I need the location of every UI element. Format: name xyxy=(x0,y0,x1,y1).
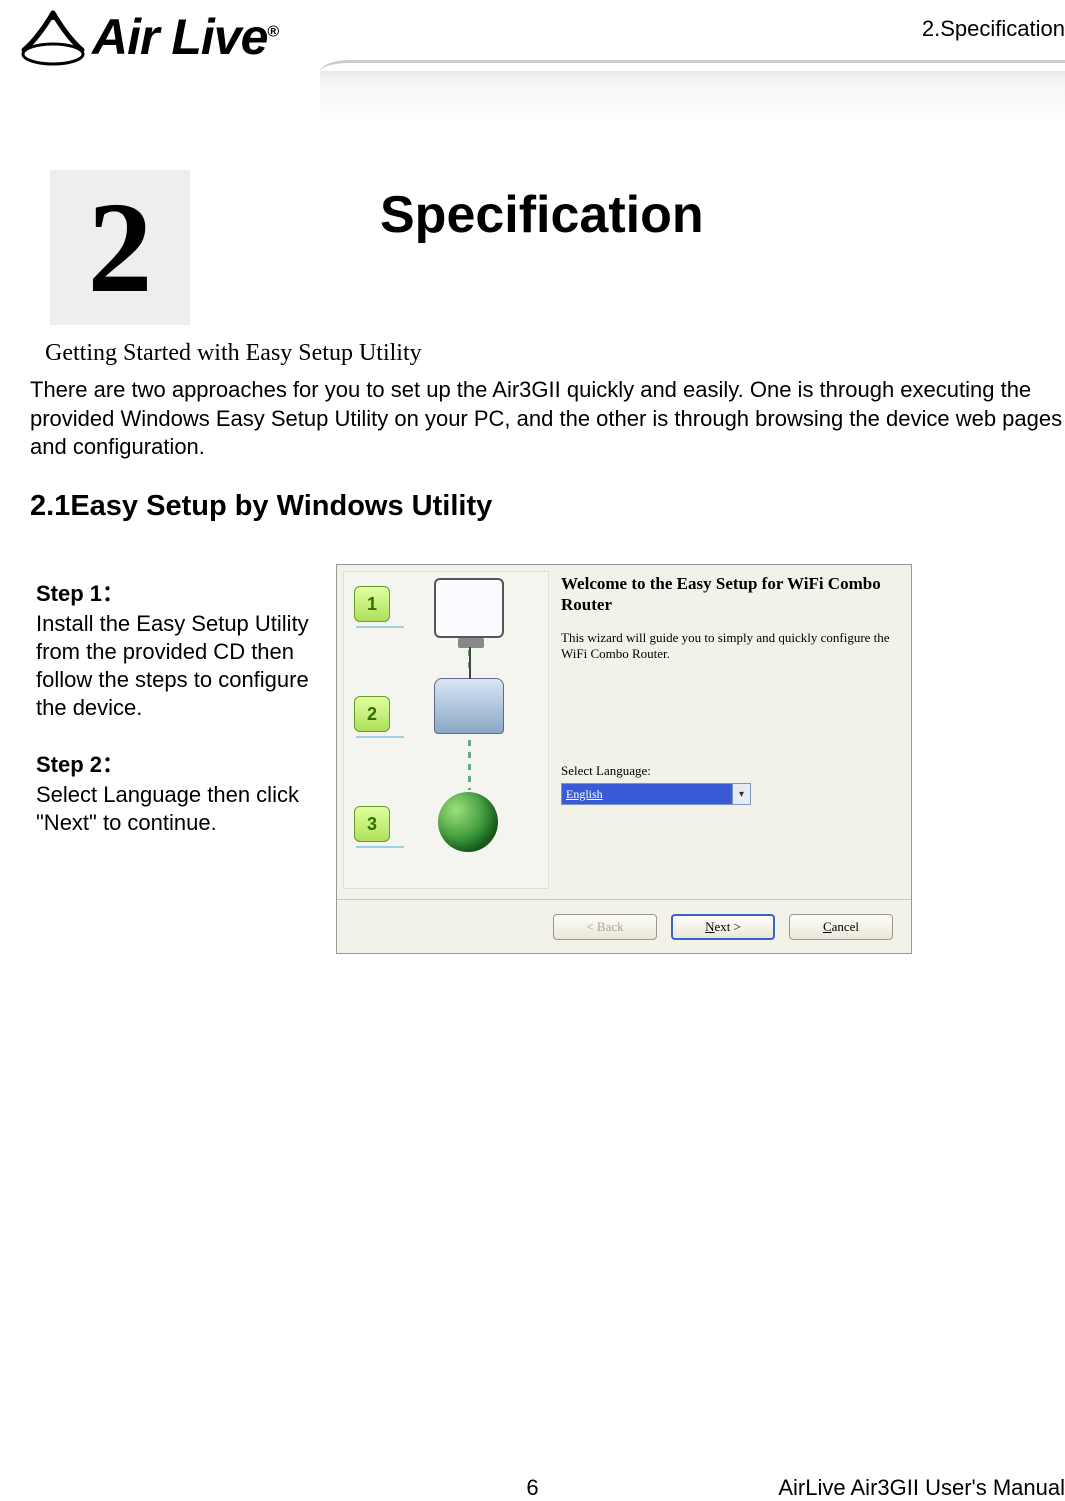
step-2-body: Select Language then click "Next" to con… xyxy=(36,781,326,837)
wizard-button-bar: < Back Next > Cancel xyxy=(337,899,911,953)
language-select[interactable]: English ▾ xyxy=(561,783,751,805)
cancel-button-rest: ancel xyxy=(832,919,859,935)
section-heading: 2.1Easy Setup by Windows Utility xyxy=(30,490,492,523)
next-button[interactable]: Next > xyxy=(671,914,775,940)
wizard-description: This wizard will guide you to simply and… xyxy=(555,616,905,663)
globe-icon xyxy=(438,792,498,852)
wizard-title: Welcome to the Easy Setup for WiFi Combo… xyxy=(555,571,905,616)
page-number: 6 xyxy=(526,1475,538,1501)
registered-mark: ® xyxy=(267,23,278,40)
cancel-button[interactable]: Cancel xyxy=(789,914,893,940)
connector-line xyxy=(468,740,471,790)
wizard-window: 1 2 3 Welcome to the Easy Setup for WiFi… xyxy=(336,564,912,954)
wizard-step-badge-2: 2 xyxy=(354,696,390,732)
chapter-number-block: 2 xyxy=(50,170,190,325)
wizard-sidebar: 1 2 3 xyxy=(343,571,549,889)
brand-text: Air Live xyxy=(92,9,267,65)
chapter-subtitle: Getting Started with Easy Setup Utility xyxy=(45,340,422,367)
language-selected-value: English xyxy=(566,787,603,802)
header-divider xyxy=(320,60,1065,120)
language-block: Select Language: English ▾ xyxy=(561,763,875,805)
back-button: < Back xyxy=(553,914,657,940)
monitor-icon xyxy=(434,578,504,638)
step-1-body: Install the Easy Setup Utility from the … xyxy=(36,610,326,723)
cancel-button-accel: C xyxy=(823,919,832,935)
brand-logo: Air Live® xyxy=(18,8,278,78)
step-2-label: Step 2： xyxy=(36,747,326,779)
wizard-main-panel: Welcome to the Easy Setup for WiFi Combo… xyxy=(555,571,905,889)
wizard-step-badge-1: 1 xyxy=(354,586,390,622)
intro-paragraph: There are two approaches for you to set … xyxy=(30,376,1065,462)
language-label: Select Language: xyxy=(561,763,875,779)
running-head: 2.Specification xyxy=(922,16,1065,42)
chapter-number: 2 xyxy=(88,173,153,323)
steps-column: Step 1： Install the Easy Setup Utility f… xyxy=(36,576,326,861)
wizard-step-badge-3: 3 xyxy=(354,806,390,842)
logo-swoosh-icon xyxy=(18,8,88,78)
router-icon xyxy=(434,678,504,734)
brand-wordmark: Air Live® xyxy=(92,8,278,66)
chapter-title: Specification xyxy=(380,185,704,245)
wizard-step-underline xyxy=(356,626,404,628)
next-button-accel: N xyxy=(705,919,714,935)
wizard-step-underline xyxy=(356,846,404,848)
next-button-rest: ext > xyxy=(714,919,740,935)
chevron-down-icon[interactable]: ▾ xyxy=(732,784,750,804)
wizard-step-underline xyxy=(356,736,404,738)
step-1-label: Step 1： xyxy=(36,576,326,608)
document-title: AirLive Air3GII User's Manual xyxy=(778,1475,1065,1501)
